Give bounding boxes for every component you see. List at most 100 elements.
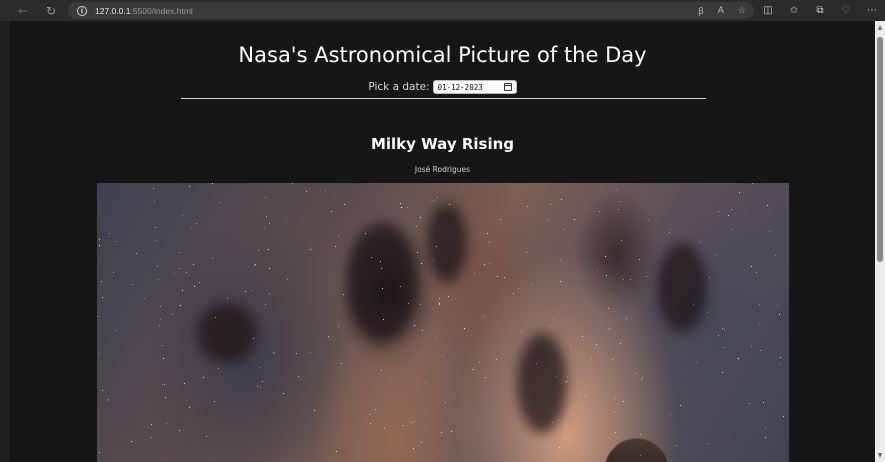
star [732, 229, 733, 230]
star [547, 220, 548, 221]
star [763, 402, 764, 403]
star [343, 294, 344, 295]
star [641, 379, 642, 380]
star [186, 272, 187, 273]
star [144, 298, 145, 299]
split-screen-icon[interactable]: ◫ [762, 5, 774, 16]
star [479, 362, 480, 363]
star [383, 319, 384, 320]
reload-icon[interactable]: ↻ [40, 0, 62, 21]
dust-lane [517, 333, 567, 433]
health-heart-icon[interactable]: ♡ [840, 5, 852, 16]
scroll-up-icon[interactable]: ▲ [876, 24, 884, 32]
star [648, 219, 649, 220]
favorite-star-icon[interactable]: ☆ [738, 6, 746, 16]
star [693, 304, 694, 305]
text-size-icon[interactable]: A [718, 6, 724, 16]
star [596, 344, 597, 345]
observatory-dome [604, 438, 670, 462]
star [227, 298, 228, 299]
star [749, 403, 750, 404]
star [756, 272, 757, 273]
star [449, 204, 450, 205]
star [107, 400, 108, 401]
date-input[interactable]: 01-12-2023 [432, 80, 517, 94]
star [425, 382, 426, 383]
address-bar[interactable]: i 127.0.0.1:5500/index.html ꞵ A ☆ [68, 2, 754, 19]
star [269, 293, 270, 294]
star [153, 188, 154, 189]
star [430, 201, 431, 202]
star [115, 241, 116, 242]
star [496, 359, 497, 360]
star [612, 359, 613, 360]
star [780, 364, 781, 365]
more-icon[interactable]: ⋯ [866, 5, 878, 16]
read-aloud-icon[interactable]: ꞵ [698, 4, 704, 17]
star [99, 353, 100, 354]
star [370, 423, 371, 424]
scrollbar[interactable]: ▲ ▼ [875, 21, 885, 462]
star [245, 291, 246, 292]
star [196, 223, 197, 224]
star [283, 393, 284, 394]
star [255, 264, 256, 265]
star [560, 281, 561, 282]
star [760, 350, 761, 351]
date-value: 01-12-2023 [437, 82, 483, 92]
star [165, 397, 166, 398]
star [553, 318, 554, 319]
star [635, 373, 636, 374]
dust-lane [347, 223, 417, 343]
star [775, 255, 776, 256]
star [155, 227, 156, 228]
back-icon[interactable]: ← [12, 0, 34, 21]
star [461, 269, 462, 270]
scrollbar-thumb[interactable] [877, 37, 883, 262]
star [605, 256, 606, 257]
star [154, 201, 155, 202]
star [382, 288, 383, 289]
star [265, 197, 266, 198]
star [400, 286, 401, 287]
favorites-icon[interactable]: ✩ [788, 5, 800, 16]
star [314, 410, 315, 411]
star [381, 370, 382, 371]
url-text[interactable]: 127.0.0.1:5500/index.html [95, 6, 193, 16]
star [497, 276, 498, 277]
star [408, 303, 409, 304]
star [640, 434, 641, 435]
star [439, 298, 440, 299]
info-icon[interactable]: i [77, 5, 87, 16]
star [420, 217, 421, 218]
collections-icon[interactable]: ⧉ [814, 5, 826, 16]
star [448, 296, 449, 297]
star [570, 346, 571, 347]
star [251, 290, 252, 291]
star [623, 401, 624, 402]
star [574, 219, 575, 220]
star [179, 268, 180, 269]
star [670, 414, 671, 415]
star [630, 279, 631, 280]
calendar-icon[interactable] [503, 83, 512, 91]
star [99, 452, 100, 453]
star [435, 337, 436, 338]
star [403, 425, 404, 426]
star [218, 368, 219, 369]
star [615, 432, 616, 433]
star [414, 325, 415, 326]
star [526, 252, 527, 253]
star [765, 428, 766, 429]
star [708, 443, 709, 444]
star [549, 325, 550, 326]
star [433, 200, 434, 201]
star [420, 304, 421, 305]
star [215, 317, 216, 318]
star [609, 328, 610, 329]
star [751, 346, 752, 347]
star [371, 257, 372, 258]
star [182, 290, 183, 291]
star [618, 209, 619, 210]
scroll-down-icon[interactable]: ▼ [876, 452, 884, 460]
